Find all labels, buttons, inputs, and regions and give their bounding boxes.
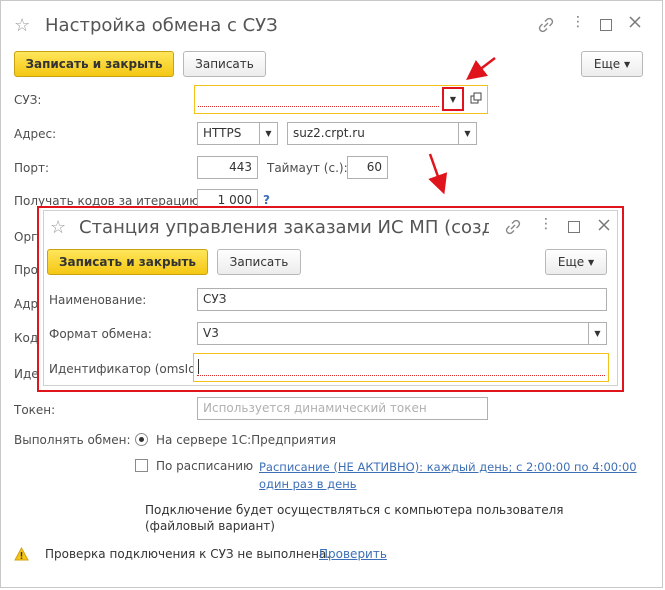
suz-label: СУЗ: <box>14 93 42 107</box>
exchange-format-select[interactable]: V3 ▼ <box>197 322 607 345</box>
connection-note: Подключение будет осуществляться с компь… <box>145 503 564 517</box>
more-button[interactable]: Еще ▼ <box>581 51 643 77</box>
dialog-chevron-down-icon: ▼ <box>587 257 595 267</box>
dialog-highlight-frame: ☆ Станция управления заказами ИС МП (соз… <box>37 206 624 392</box>
suz-required-underline <box>198 106 439 107</box>
port-field[interactable]: 443 <box>197 156 258 179</box>
favorite-star-icon[interactable]: ☆ <box>14 15 30 36</box>
name-field[interactable]: СУЗ <box>197 288 607 311</box>
dialog-window: ☆ Станция управления заказами ИС МП (соз… <box>43 210 618 386</box>
dialog-more-button[interactable]: Еще ▼ <box>545 249 607 275</box>
close-icon[interactable] <box>628 15 642 32</box>
more-button-label: Еще <box>593 57 621 71</box>
oms-id-label: Идентификатор (omsId): <box>49 362 205 376</box>
save-and-close-button[interactable]: Записать и закрыть <box>14 51 174 77</box>
connection-note-continued: (файловый вариант) <box>145 519 275 533</box>
check-connection-link[interactable]: Проверить <box>319 547 387 561</box>
address-label: Адрес: <box>14 127 57 141</box>
schedule-link[interactable]: Расписание (НЕ АКТИВНО): каждый день; с … <box>259 460 637 474</box>
hidden-label-pro: Про <box>14 263 38 277</box>
link-icon[interactable] <box>538 17 554 36</box>
dialog-more-button-label: Еще <box>557 255 585 269</box>
dialog-save-button[interactable]: Записать <box>217 249 301 275</box>
hidden-label-ide: Иде <box>14 367 39 381</box>
more-options-icon[interactable]: ⋮ <box>571 14 585 30</box>
chevron-down-icon: ▼ <box>623 59 631 69</box>
dialog-save-and-close-button[interactable]: Записать и закрыть <box>47 249 208 275</box>
protocol-dropdown-icon[interactable]: ▼ <box>259 123 277 144</box>
exchange-mode-label: Выполнять обмен: <box>14 433 131 447</box>
host-value: suz2.crpt.ru <box>293 126 365 140</box>
dialog-close-icon[interactable] <box>597 218 611 235</box>
save-button[interactable]: Записать <box>183 51 266 77</box>
dialog-more-options-icon[interactable]: ⋮ <box>539 216 553 232</box>
protocol-value: HTTPS <box>203 126 242 140</box>
timeout-field[interactable]: 60 <box>347 156 388 179</box>
hidden-label-adr: Адр <box>14 297 39 311</box>
dialog-maximize-icon[interactable] <box>568 221 580 233</box>
radio-selected-dot <box>139 437 144 442</box>
token-label: Токен: <box>14 403 56 417</box>
port-label: Порт: <box>14 161 50 175</box>
dialog-favorite-star-icon[interactable]: ☆ <box>50 217 66 238</box>
radio-server[interactable] <box>135 433 148 446</box>
maximize-icon[interactable] <box>600 19 612 31</box>
schedule-link-continued[interactable]: один раз в день <box>259 477 357 491</box>
warning-icon <box>14 546 29 564</box>
host-field[interactable]: suz2.crpt.ru ▼ <box>287 122 477 145</box>
open-item-icon[interactable] <box>470 92 482 107</box>
exchange-format-value: V3 <box>203 326 219 340</box>
hidden-label-kod: Код <box>14 331 39 345</box>
host-dropdown-icon[interactable]: ▼ <box>458 123 476 144</box>
help-icon[interactable]: ? <box>263 193 270 207</box>
exchange-format-label: Формат обмена: <box>49 327 152 341</box>
oms-id-required-underline <box>197 375 605 376</box>
text-cursor <box>198 359 199 374</box>
token-field[interactable]: Используется динамический токен <box>197 397 488 420</box>
status-message: Проверка подключения к СУЗ не выполнена. <box>45 547 331 561</box>
schedule-checkbox[interactable] <box>135 459 148 472</box>
protocol-select[interactable]: HTTPS ▼ <box>197 122 278 145</box>
timeout-label: Таймаут (с.): <box>267 161 348 175</box>
window-title: Настройка обмена с СУЗ <box>45 15 278 36</box>
name-label: Наименование: <box>49 293 147 307</box>
schedule-checkbox-label[interactable]: По расписанию <box>156 459 253 473</box>
suz-dropdown-button[interactable]: ▼ <box>442 87 464 111</box>
hidden-label-org: Орг <box>14 230 38 244</box>
oms-id-field[interactable] <box>193 353 609 382</box>
exchange-format-dropdown-icon[interactable]: ▼ <box>588 323 606 344</box>
radio-server-label[interactable]: На сервере 1С:Предприятия <box>156 433 336 447</box>
dialog-title: Станция управления заказами ИС МП (созда… <box>79 217 489 238</box>
dialog-link-icon[interactable] <box>505 219 521 238</box>
